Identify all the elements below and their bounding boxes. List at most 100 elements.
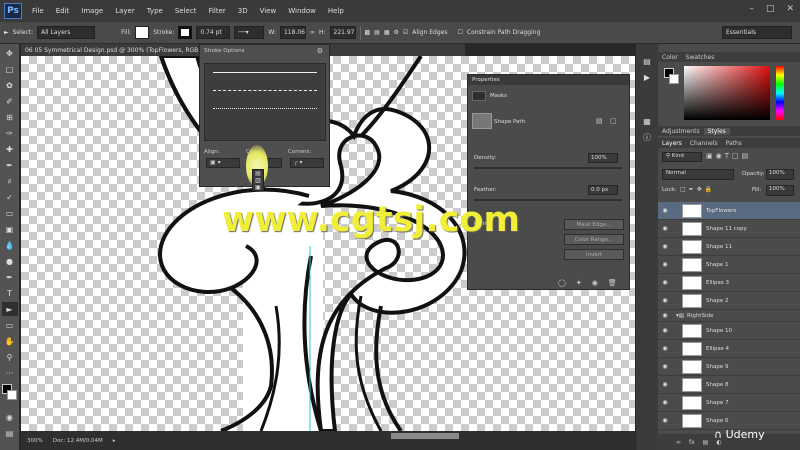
crop-tool-icon[interactable]: ⊞ bbox=[2, 110, 18, 124]
eraser-tool-icon[interactable]: ▭ bbox=[2, 206, 18, 220]
menu-filter[interactable]: Filter bbox=[202, 7, 231, 15]
gradient-tool-icon[interactable]: ▣ bbox=[2, 222, 18, 236]
hand-tool-icon[interactable]: ✋ bbox=[2, 334, 18, 348]
layer-row[interactable]: ◉ Shape 7 bbox=[658, 394, 800, 412]
menu-help[interactable]: Help bbox=[322, 7, 350, 15]
fx-icon[interactable]: fx bbox=[689, 439, 695, 446]
bg-color-chip[interactable] bbox=[669, 74, 679, 84]
menu-image[interactable]: Image bbox=[75, 7, 109, 15]
align-dropdown[interactable]: ▣ ▾ bbox=[206, 158, 240, 168]
blur-tool-icon[interactable]: 💧 bbox=[2, 238, 18, 252]
layer-row[interactable]: ◉ Shape 8 bbox=[658, 376, 800, 394]
blend-mode-dropdown[interactable]: Normal bbox=[662, 169, 734, 180]
load-selection-icon[interactable]: ◯ bbox=[558, 279, 566, 287]
workspace-dropdown[interactable]: Essentials bbox=[722, 26, 792, 39]
density-slider[interactable] bbox=[474, 167, 622, 169]
healing-brush-icon[interactable]: ✚ bbox=[2, 142, 18, 156]
brush-tool-icon[interactable]: ✒ bbox=[2, 158, 18, 172]
stroke-presets-list[interactable] bbox=[204, 63, 326, 141]
eye-icon[interactable]: ◉ bbox=[658, 243, 672, 250]
select-dropdown[interactable]: All Layers bbox=[37, 26, 96, 39]
pen-tool-icon[interactable]: ✒ bbox=[2, 270, 18, 284]
properties-icon[interactable]: ▦ bbox=[639, 114, 655, 128]
dashed-stroke-preset[interactable] bbox=[213, 90, 317, 91]
tab-channels[interactable]: Channels bbox=[686, 140, 722, 147]
layer-group-row[interactable]: ◉ ▾▧ RightSide bbox=[658, 310, 800, 322]
color-range-button[interactable]: Color Range... bbox=[564, 234, 624, 245]
lasso-tool-icon[interactable]: ✿ bbox=[2, 78, 18, 92]
hue-slider[interactable] bbox=[776, 66, 784, 120]
lock-icons[interactable]: □✒✥🔒 bbox=[680, 186, 715, 193]
eye-icon[interactable]: ◉ bbox=[658, 207, 672, 214]
link-layers-icon[interactable]: ∞ bbox=[676, 439, 681, 446]
clone-stamp-icon[interactable]: ♯ bbox=[2, 174, 18, 188]
menu-edit[interactable]: Edit bbox=[50, 7, 76, 15]
info-icon[interactable]: ⓘ bbox=[639, 130, 655, 144]
solid-stroke-preset[interactable] bbox=[213, 72, 317, 73]
eye-icon[interactable]: ◉ bbox=[658, 225, 672, 232]
corners-dropdown[interactable]: ┌ ▾ bbox=[290, 158, 324, 168]
zoom-level[interactable]: 300% bbox=[27, 438, 43, 444]
eye-icon[interactable]: ◉ bbox=[658, 417, 672, 424]
fill-field[interactable]: 100% bbox=[766, 185, 794, 196]
layer-row[interactable]: ◉ Shape 9 bbox=[658, 358, 800, 376]
minimize-icon[interactable]: – bbox=[749, 4, 754, 14]
path-operations-icon[interactable]: ▩ bbox=[365, 29, 371, 36]
invert-button[interactable]: Invert bbox=[564, 249, 624, 260]
menu-3d[interactable]: 3D bbox=[232, 7, 254, 15]
color-swatches[interactable] bbox=[0, 384, 19, 408]
quick-select-tool-icon[interactable]: ✐ bbox=[2, 94, 18, 108]
layer-row[interactable]: ◉ Ellipse 3 bbox=[658, 274, 800, 292]
delete-icon[interactable]: 🗑 bbox=[608, 279, 617, 287]
tab-layers[interactable]: Layers bbox=[658, 140, 686, 147]
eye-icon[interactable]: ◉ bbox=[658, 297, 672, 304]
path-arrangement-icon[interactable]: ▦ bbox=[384, 29, 390, 36]
history-icon[interactable]: ▤ bbox=[639, 54, 655, 68]
menu-window[interactable]: Window bbox=[282, 7, 322, 15]
add-mask-icon[interactable]: ▤ bbox=[596, 117, 603, 125]
status-arrow-icon[interactable]: ▸ bbox=[113, 438, 116, 444]
link-icon[interactable]: ∞ bbox=[310, 29, 315, 36]
menu-type[interactable]: Type bbox=[141, 7, 169, 15]
eye-icon[interactable]: ◉ bbox=[658, 363, 672, 370]
eye-icon[interactable]: ◉ bbox=[658, 261, 672, 268]
eye-icon[interactable]: ◉ bbox=[658, 345, 672, 352]
layer-row[interactable]: ◉ Shape 11 bbox=[658, 238, 800, 256]
stroke-type-dropdown[interactable]: ──▾ bbox=[234, 26, 265, 39]
tab-paths[interactable]: Paths bbox=[722, 140, 746, 147]
path-selection-tool-icon[interactable]: ► bbox=[1, 302, 18, 316]
eye-icon[interactable]: ◉ bbox=[658, 327, 672, 334]
layer-filter-icons[interactable]: ▣◉T□▤ bbox=[706, 152, 751, 160]
gear-icon[interactable]: ⚙ bbox=[317, 47, 323, 55]
zoom-tool-icon[interactable]: ⚲ bbox=[2, 350, 18, 364]
menu-view[interactable]: View bbox=[254, 7, 283, 15]
constrain-checkbox[interactable]: ☐ bbox=[457, 29, 462, 36]
fill-swatch[interactable] bbox=[135, 26, 150, 39]
density-field[interactable]: 100% bbox=[588, 153, 618, 163]
actions-icon[interactable]: ▶ bbox=[639, 70, 655, 84]
background-color[interactable] bbox=[7, 390, 17, 400]
dotted-stroke-preset[interactable] bbox=[213, 108, 317, 109]
color-field[interactable] bbox=[684, 66, 770, 120]
shape-tool-icon[interactable]: ▭ bbox=[2, 318, 18, 332]
caps-menu[interactable]: ▤ ▥ ▣ bbox=[252, 169, 264, 191]
tab-color[interactable]: Color bbox=[658, 54, 682, 61]
align-edges-checkbox[interactable]: ☑ bbox=[403, 29, 408, 36]
menu-select[interactable]: Select bbox=[169, 7, 203, 15]
layer-row[interactable]: ◉ Shape 10 bbox=[658, 322, 800, 340]
tab-adjustments[interactable]: Adjustments bbox=[658, 128, 704, 135]
layer-row[interactable]: ◉ Ellipse 4 bbox=[658, 340, 800, 358]
vector-mask-icon[interactable]: ▢ bbox=[610, 117, 617, 125]
eye-icon[interactable]: ◉ bbox=[658, 381, 672, 388]
close-icon[interactable]: ✕ bbox=[786, 4, 794, 14]
layer-row[interactable]: ◉ Shape 11 copy bbox=[658, 220, 800, 238]
move-tool-icon[interactable]: ✥ bbox=[2, 46, 18, 60]
layer-row[interactable]: ◉ TopFlowers bbox=[658, 202, 800, 220]
type-tool-icon[interactable]: T bbox=[2, 286, 18, 300]
layer-row[interactable]: ◉ Shape 2 bbox=[658, 292, 800, 310]
mask-edge-button[interactable]: Mask Edge... bbox=[564, 219, 624, 230]
opacity-field[interactable]: 100% bbox=[766, 169, 794, 180]
menu-file[interactable]: File bbox=[26, 7, 50, 15]
screen-mode-icon[interactable]: ▤ bbox=[2, 426, 18, 440]
visibility-icon[interactable]: ◉ bbox=[592, 279, 598, 287]
